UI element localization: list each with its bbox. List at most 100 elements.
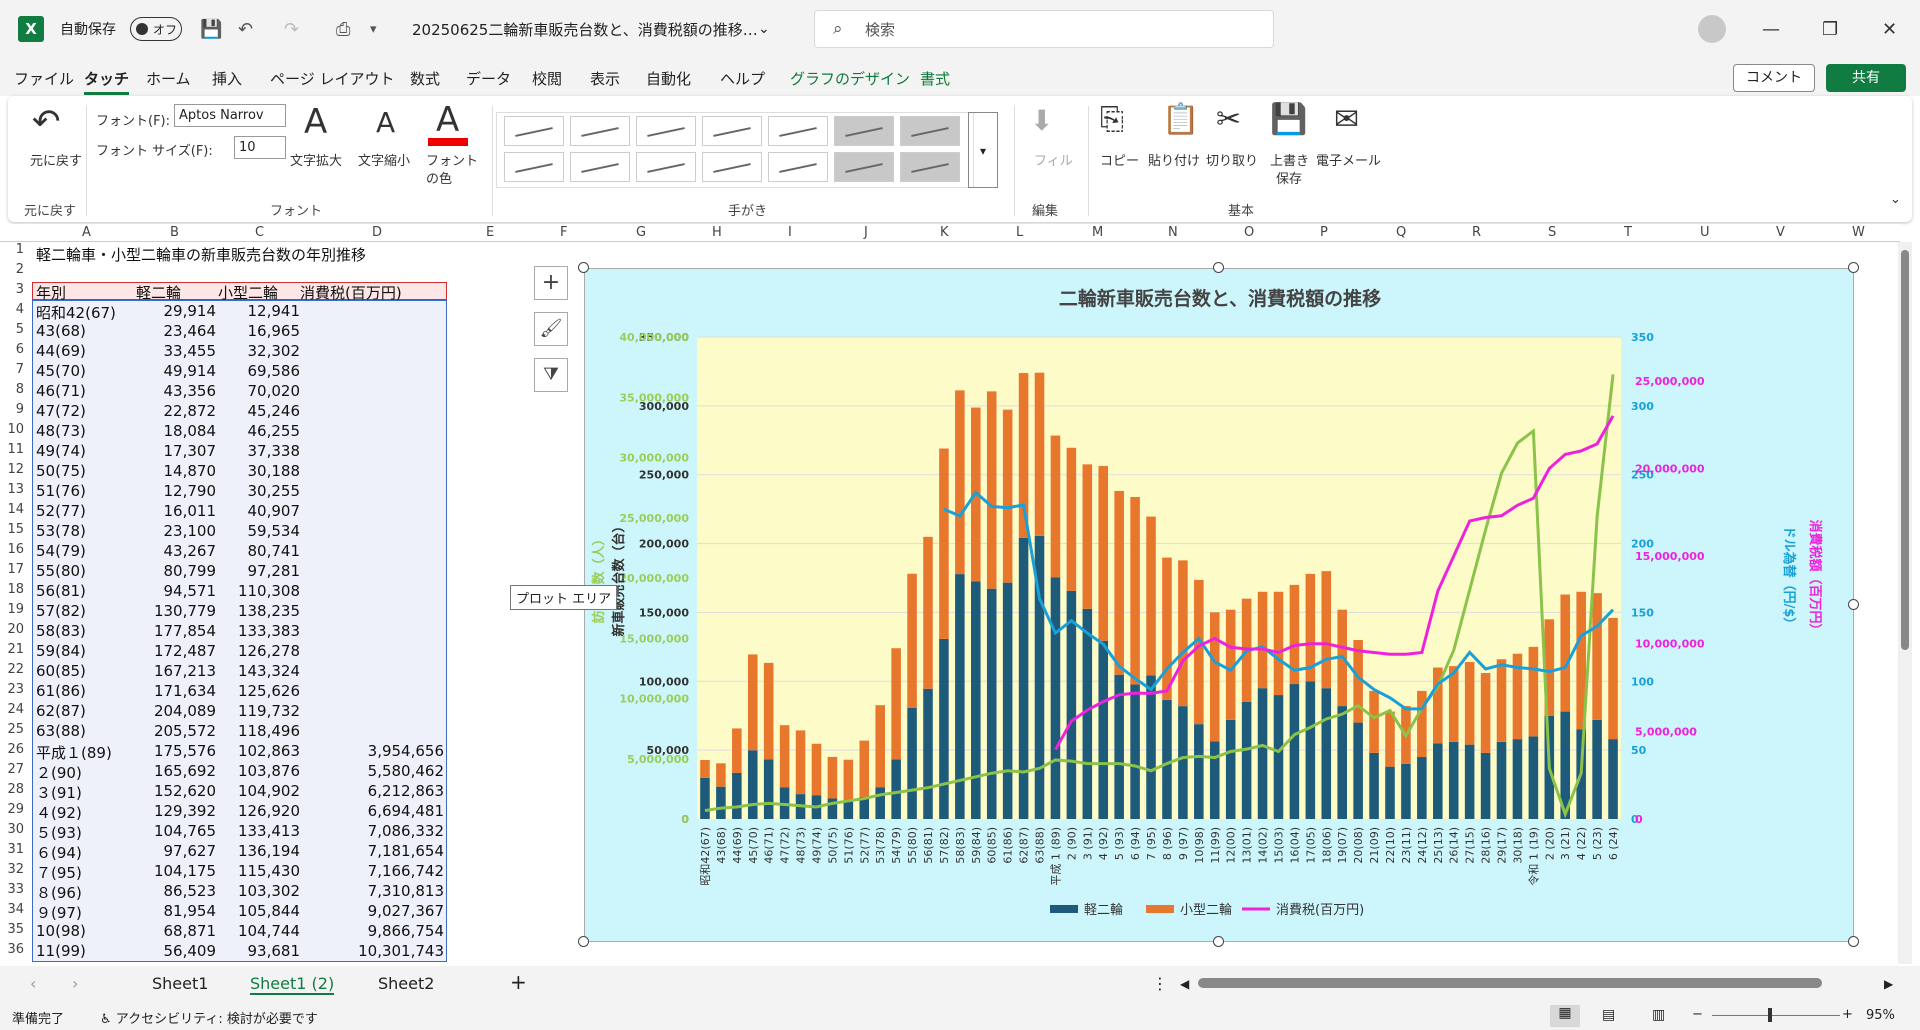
minimize-icon[interactable]: —: [1762, 0, 1780, 58]
save-button[interactable]: 上書き: [1270, 150, 1309, 169]
table-cell[interactable]: ９(97): [36, 902, 82, 923]
bar-light[interactable]: [747, 750, 758, 819]
table-cell[interactable]: 12,941: [204, 302, 301, 320]
comment-button[interactable]: コメント: [1733, 64, 1815, 92]
sheet-title[interactable]: 軽二輪車・小型二輪車の新車販売台数の年別推移: [36, 244, 366, 265]
row-header[interactable]: 13: [7, 482, 24, 497]
table-cell[interactable]: 10,301,743: [290, 942, 444, 960]
row-header[interactable]: 9: [16, 402, 24, 417]
table-cell[interactable]: 110,308: [204, 582, 300, 600]
page-break-view-icon[interactable]: ▥: [1652, 1007, 1665, 1023]
table-cell[interactable]: ３(91): [36, 782, 82, 803]
column-header[interactable]: D: [372, 225, 382, 240]
chart-svg[interactable]: 二輪新車販売台数と、消費税額の推移050,000100,000150,00020…: [585, 269, 1855, 943]
table-cell[interactable]: 204,089: [120, 702, 216, 720]
row-header[interactable]: 18: [7, 582, 24, 597]
search-input[interactable]: ⌕ 検索: [814, 10, 1274, 48]
redo-icon[interactable]: ↷: [284, 0, 299, 58]
bar-light[interactable]: [1305, 681, 1316, 819]
row-header[interactable]: 20: [7, 622, 24, 637]
paste-icon[interactable]: 📋: [1162, 102, 1199, 137]
bar-small[interactable]: [891, 648, 901, 760]
table-cell[interactable]: 59(84): [36, 642, 86, 660]
highlighter-style[interactable]: [834, 152, 894, 182]
table-cell[interactable]: 49,914: [120, 362, 217, 380]
bar-light[interactable]: [1194, 724, 1204, 819]
bar-small[interactable]: [1178, 560, 1188, 707]
tab-view[interactable]: 表示: [590, 68, 620, 89]
bar-light[interactable]: [1050, 577, 1061, 819]
bar-small[interactable]: [859, 740, 870, 797]
row-header[interactable]: 5: [16, 322, 24, 337]
share-button[interactable]: 共有: [1826, 64, 1906, 92]
tab-touch[interactable]: タッチ: [84, 68, 130, 95]
row-header[interactable]: 32: [7, 862, 24, 877]
bar-small[interactable]: [939, 448, 949, 639]
cut-button[interactable]: 切り取り: [1206, 150, 1258, 169]
bar-light[interactable]: [923, 688, 933, 819]
bar-small[interactable]: [986, 391, 997, 589]
column-header[interactable]: E: [486, 225, 494, 240]
hscroll-left-icon[interactable]: ◀: [1180, 977, 1189, 991]
bar-light[interactable]: [1002, 582, 1013, 819]
column-header[interactable]: U: [1700, 225, 1710, 240]
bar-light[interactable]: [843, 801, 854, 819]
bar-light[interactable]: [732, 772, 742, 819]
row-header[interactable]: 7: [16, 362, 24, 377]
bar-small[interactable]: [1098, 466, 1109, 641]
table-cell[interactable]: 94,571: [120, 582, 217, 600]
table-cell[interactable]: 58(83): [36, 622, 86, 640]
bar-light[interactable]: [939, 638, 949, 819]
bar-small[interactable]: [1480, 673, 1491, 753]
row-header[interactable]: 21: [7, 642, 24, 657]
row-header[interactable]: 31: [7, 842, 24, 857]
table-cell[interactable]: 63(88): [36, 722, 86, 740]
bar-small[interactable]: [732, 728, 742, 773]
bar-small[interactable]: [1082, 464, 1093, 609]
pen-style[interactable]: [768, 116, 828, 146]
tab-chart-design[interactable]: グラフのデザイン: [790, 68, 910, 89]
font-grow-button[interactable]: 文字拡大: [290, 150, 342, 169]
table-cell[interactable]: 105,844: [204, 902, 300, 920]
bar-small[interactable]: [1608, 617, 1618, 740]
legend-label[interactable]: 小型二輪: [1180, 902, 1232, 918]
bar-light[interactable]: [1480, 752, 1491, 819]
font-shrink-icon[interactable]: A: [376, 106, 395, 139]
table-cell[interactable]: 177,854: [120, 622, 216, 640]
chart-area[interactable]: 二輪新車販売台数と、消費税額の推移 0 50,000 100,000 150,000 20…: [584, 268, 1854, 942]
table-cell[interactable]: 16,965: [204, 322, 301, 340]
bar-small[interactable]: [747, 654, 758, 751]
table-cell[interactable]: 118,496: [204, 722, 300, 740]
column-header[interactable]: K: [940, 225, 949, 240]
scroll-thumb[interactable]: [1901, 250, 1909, 650]
table-cell[interactable]: 205,572: [120, 722, 216, 740]
table-cell[interactable]: 10(98): [36, 922, 86, 940]
table-cell[interactable]: 53(78): [36, 522, 86, 540]
table-cell[interactable]: 43,356: [120, 382, 217, 400]
table-cell[interactable]: 61(86): [36, 682, 86, 700]
bar-small[interactable]: [1321, 571, 1332, 689]
column-header[interactable]: W: [1852, 225, 1865, 240]
bar-light[interactable]: [907, 707, 917, 819]
table-cell[interactable]: 3,954,656: [290, 742, 444, 760]
mail-icon[interactable]: ✉: [1334, 102, 1359, 137]
restore-icon[interactable]: ❐: [1822, 0, 1838, 58]
bar-light[interactable]: [1130, 684, 1140, 819]
column-header[interactable]: Q: [1396, 225, 1406, 240]
pen-style[interactable]: [504, 116, 564, 146]
bar-small[interactable]: [716, 763, 726, 787]
table-cell[interactable]: ６(94): [36, 842, 82, 863]
table-cell[interactable]: 17,307: [120, 442, 217, 460]
table-cell[interactable]: ４(92): [36, 802, 82, 823]
bar-small[interactable]: [763, 662, 774, 760]
resize-handle[interactable]: [578, 262, 589, 273]
table-cell[interactable]: 68,871: [120, 922, 217, 940]
table-cell[interactable]: ８(96): [36, 882, 82, 903]
table-cell[interactable]: 103,876: [204, 762, 300, 780]
save-large-icon[interactable]: 💾: [1270, 102, 1307, 137]
pen-style[interactable]: [570, 152, 630, 182]
table-cell[interactable]: 47(72): [36, 402, 86, 420]
save-icon[interactable]: 💾: [200, 0, 222, 58]
pen-style[interactable]: [768, 152, 828, 182]
bar-small[interactable]: [1002, 409, 1013, 583]
